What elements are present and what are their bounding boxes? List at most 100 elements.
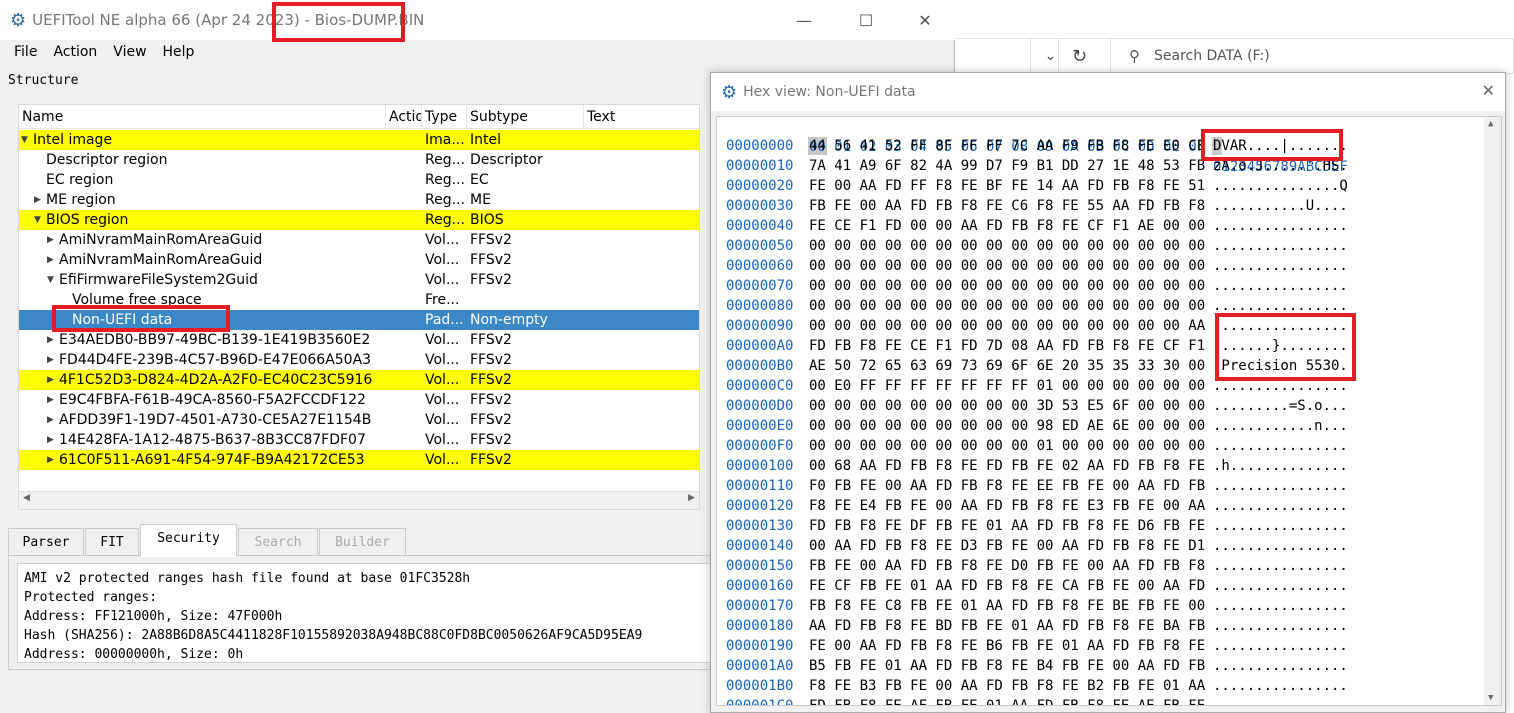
close-button[interactable]: ✕ [902, 0, 948, 40]
hex-bytes[interactable]: 00 00 00 00 00 00 00 00 00 00 00 00 00 0… [809, 316, 1205, 336]
hex-ascii[interactable]: .........=S.o... [1213, 396, 1348, 416]
hex-bytes[interactable]: 00 00 00 00 00 00 00 00 00 00 00 00 00 0… [809, 236, 1205, 256]
hex-bytes[interactable]: 00 00 00 00 00 00 00 00 00 98 ED AE 6E 0… [809, 416, 1205, 436]
column-subtype[interactable]: Subtype [467, 105, 584, 129]
tree-row[interactable]: ▶ 61C0F511-A691-4F54-974F-B9A42172CE53 Vol… [19, 450, 699, 470]
collapsed-arrow-icon[interactable]: ▶ [47, 230, 54, 250]
hex-bytes[interactable]: 00 00 00 00 00 00 00 00 00 01 00 00 00 0… [809, 436, 1205, 456]
tree-row[interactable]: ▼ BIOS region Reg... BIOS [19, 210, 699, 230]
column-action[interactable]: Action [386, 105, 422, 129]
hex-bytes[interactable]: AE 50 72 65 63 69 73 69 6F 6E 20 35 35 3… [809, 356, 1205, 376]
close-icon[interactable]: ✕ [1482, 81, 1495, 100]
hex-bytes[interactable]: FB F8 FE C8 FB FE 01 AA FD FB F8 FE BE F… [809, 596, 1205, 616]
tree-row[interactable]: ▶ FD44D4FE-239B-4C57-B96D-E47E066A50A3 Vol… [19, 350, 699, 370]
hex-ascii[interactable]: ...........U.... [1213, 196, 1348, 216]
collapsed-arrow-icon[interactable]: ▶ [34, 190, 41, 210]
expanded-arrow-icon[interactable]: ▼ [34, 210, 41, 230]
hex-ascii[interactable]: ................ [1213, 516, 1348, 536]
hex-bytes[interactable]: FB FE 00 AA FD FB F8 FE C6 F8 FE 55 AA F… [809, 196, 1205, 216]
scroll-up-icon[interactable]: ▲ [1488, 119, 1493, 129]
scroll-right-icon[interactable]: ▶ [688, 493, 695, 503]
hex-ascii[interactable]: ...............Q [1213, 176, 1348, 196]
hex-bytes[interactable]: 44 56 41 52 FF 8F FF FF 7C AA F9 FB F8 F… [809, 136, 1205, 156]
tree-row[interactable]: ▶ AFDD39F1-19D7-4501-A730-CE5A27E1154B Vol… [19, 410, 699, 430]
hex-bytes[interactable]: FD FB F8 FE AF FB FE 01 AA FD FB F8 FE A… [809, 696, 1205, 705]
tree-row[interactable]: Descriptor region Reg... Descriptor [19, 150, 699, 170]
minimize-button[interactable]: — [781, 0, 827, 40]
hex-bytes[interactable]: 00 00 00 00 00 00 00 00 00 00 00 00 00 0… [809, 276, 1205, 296]
hex-bytes[interactable]: FE 00 AA FD FF F8 FE BF FE 14 AA FD FB F… [809, 176, 1205, 196]
tree-row[interactable]: ▶ 14E428FA-1A12-4875-B637-8B3CC87FDF07 Vol… [19, 430, 699, 450]
tree-row[interactable]: ▶ AmiNvramMainRomAreaGuid Vol... FFSv2 [19, 230, 699, 250]
tree-row[interactable]: ▶ E9C4FBFA-F61B-49CA-8560-F5A2FCCDF122 Vol… [19, 390, 699, 410]
hex-ascii[interactable]: ................ [1213, 696, 1348, 705]
scroll-down-icon[interactable]: ▼ [1488, 693, 1493, 703]
tree-row[interactable]: ▶ E34AEDB0-BB97-49BC-B139-1E419B3560E2 Vol… [19, 330, 699, 350]
tab-parser[interactable]: Parser [8, 528, 84, 556]
scroll-left-icon[interactable]: ◀ [23, 493, 30, 503]
hex-bytes[interactable]: 00 E0 FF FF FF FF FF FF FF 01 00 00 00 0… [809, 376, 1205, 396]
hex-bytes[interactable]: AA FD FB F8 FE BD FB FE 01 AA FD FB F8 F… [809, 616, 1205, 636]
hex-ascii[interactable]: ................ [1213, 216, 1348, 236]
explorer-search-input[interactable]: ⚲ Search DATA (F:) [1110, 38, 1514, 74]
hex-bytes[interactable]: B5 FB FE 01 AA FD FB F8 FE B4 FB FE 00 A… [809, 656, 1205, 676]
column-text[interactable]: Text [584, 105, 699, 129]
hex-bytes[interactable]: 00 68 AA FD FB F8 FE FD FB FE 02 AA FD F… [809, 456, 1205, 476]
menu-view[interactable]: View [105, 44, 154, 60]
tree-row[interactable]: ▶ AmiNvramMainRomAreaGuid Vol... FFSv2 [19, 250, 699, 270]
collapsed-arrow-icon[interactable]: ▶ [47, 250, 54, 270]
menu-file[interactable]: File [6, 44, 45, 60]
horizontal-scrollbar[interactable]: ◀ ▶ [19, 491, 699, 509]
tree-row[interactable]: ▼ EfiFirmwareFileSystem2Guid Vol... FFSv2 [19, 270, 699, 290]
tree-row[interactable]: ▼ Intel image Ima... Intel [19, 130, 699, 150]
tab-fit[interactable]: FIT [85, 528, 139, 556]
collapsed-arrow-icon[interactable]: ▶ [47, 370, 54, 390]
maximize-button[interactable]: ☐ [843, 0, 889, 40]
tree-row[interactable]: EC region Reg... EC [19, 170, 699, 190]
hex-editor[interactable]: 00 01 02 03 04 05 06 07 08 09 0A 0B 0C 0… [716, 116, 1502, 706]
hex-ascii[interactable]: ............n... [1213, 416, 1348, 436]
collapsed-arrow-icon[interactable]: ▶ [47, 430, 54, 450]
hex-ascii[interactable]: ................ [1213, 576, 1348, 596]
hex-ascii[interactable]: ................ [1213, 256, 1348, 276]
hex-ascii[interactable]: ................ [1213, 236, 1348, 256]
collapsed-arrow-icon[interactable]: ▶ [47, 350, 54, 370]
hex-bytes[interactable]: F0 FB FE 00 AA FD FB F8 FE EE FB FE 00 A… [809, 476, 1205, 496]
hex-ascii[interactable]: ................ [1213, 636, 1348, 656]
hex-ascii[interactable]: ................ [1213, 476, 1348, 496]
tab-builder[interactable]: Builder [319, 528, 406, 556]
tab-security[interactable]: Security [140, 524, 237, 557]
collapsed-arrow-icon[interactable]: ▶ [47, 410, 54, 430]
hex-bytes[interactable]: FE 00 AA FD FB F8 FE B6 FB FE 01 AA FD F… [809, 636, 1205, 656]
refresh-icon[interactable]: ↻ [1058, 38, 1100, 74]
menu-help[interactable]: Help [155, 44, 203, 60]
hex-bytes[interactable]: FD FB F8 FE CE F1 FD 7D 08 AA FD FB F8 F… [809, 336, 1205, 356]
hex-bytes[interactable]: FD FB F8 FE DF FB FE 01 AA FD FB F8 FE D… [809, 516, 1205, 536]
hex-ascii[interactable]: ................ [1213, 536, 1348, 556]
hex-bytes[interactable]: FE CF FB FE 01 AA FD FB F8 FE CA FB FE 0… [809, 576, 1205, 596]
hex-ascii[interactable]: ................ [1213, 656, 1348, 676]
hex-bytes[interactable]: 00 00 00 00 00 00 00 00 00 00 00 00 00 0… [809, 256, 1205, 276]
tree-row[interactable]: ▶ 4F1C52D3-D824-4D2A-A2F0-EC40C23C5916 Vol… [19, 370, 699, 390]
tab-search[interactable]: Search [238, 528, 318, 556]
hex-bytes[interactable]: FB FE 00 AA FD FB F8 FE D0 FB FE 00 AA F… [809, 556, 1205, 576]
hex-bytes[interactable]: 7A 41 A9 6F 82 4A 99 D7 F9 B1 DD 27 1E 4… [809, 156, 1205, 176]
expanded-arrow-icon[interactable]: ▼ [47, 270, 54, 290]
hex-ascii[interactable]: ................ [1213, 616, 1348, 636]
collapsed-arrow-icon[interactable]: ▶ [47, 390, 54, 410]
hex-bytes[interactable]: 00 AA FD FB F8 FE D3 FB FE 00 AA FD FB F… [809, 536, 1205, 556]
hex-bytes[interactable]: F8 FE B3 FB FE 00 AA FD FB F8 FE B2 FB F… [809, 676, 1205, 696]
hex-bytes[interactable]: 00 00 00 00 00 00 00 00 00 00 00 00 00 0… [809, 296, 1205, 316]
collapsed-arrow-icon[interactable]: ▶ [47, 330, 54, 350]
hex-ascii[interactable]: ................ [1213, 276, 1348, 296]
hex-ascii[interactable]: ................ [1213, 596, 1348, 616]
collapsed-arrow-icon[interactable]: ▶ [47, 450, 54, 470]
column-name[interactable]: Name [19, 105, 386, 129]
hex-bytes[interactable]: 00 00 00 00 00 00 00 00 00 3D 53 E5 6F 0… [809, 396, 1205, 416]
hex-ascii[interactable]: ................ [1213, 676, 1348, 696]
menu-action[interactable]: Action [45, 44, 105, 60]
hex-bytes[interactable]: FE CE F1 FD 00 00 AA FD FB F8 FE CF F1 A… [809, 216, 1205, 236]
expanded-arrow-icon[interactable]: ▼ [21, 130, 28, 150]
column-type[interactable]: Type [422, 105, 467, 129]
hex-ascii[interactable]: ................ [1213, 556, 1348, 576]
